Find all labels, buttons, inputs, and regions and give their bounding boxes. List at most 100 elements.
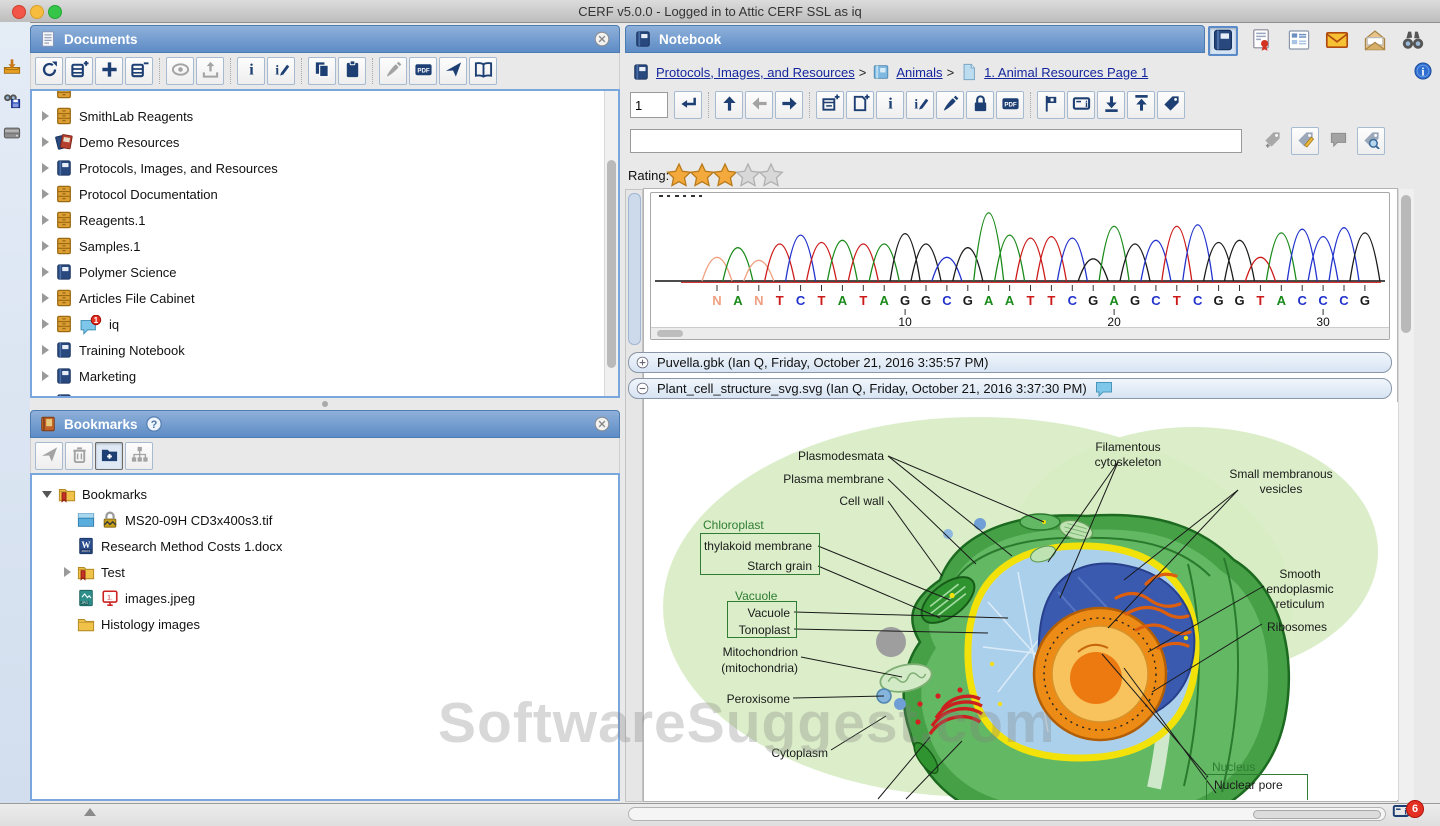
expand-arrow-icon[interactable] (42, 371, 49, 381)
collapse-expander-icon[interactable] (42, 491, 52, 498)
add-tag-button[interactable] (1258, 127, 1286, 155)
documents-tree-scrollbar-thumb[interactable] (607, 160, 616, 368)
edit-info-button[interactable]: i (906, 91, 934, 119)
entry-info-button[interactable]: i (1067, 91, 1095, 119)
tree-row[interactable]: MS20-09H CD3x400s3.tif (32, 507, 618, 533)
remove-cabinet-button[interactable] (125, 57, 153, 85)
mail-open-button[interactable] (1360, 26, 1390, 56)
tree-row[interactable]: JPG1.images.jpeg (32, 585, 618, 611)
expand-icon[interactable] (635, 355, 650, 370)
tree-row[interactable]: Reagents.1 (32, 207, 618, 233)
expand-arrow-icon[interactable] (64, 567, 71, 577)
notebook-scrollbar-thumb[interactable] (628, 193, 641, 345)
arrow-left-button[interactable] (745, 91, 773, 119)
tree-row[interactable]: SmithLab Reagents (32, 103, 618, 129)
paste-button[interactable] (338, 57, 366, 85)
expand-arrow-icon[interactable] (42, 137, 49, 147)
expand-arrow-icon[interactable] (42, 319, 49, 329)
info-button[interactable]: i (237, 57, 265, 85)
collapse-icon[interactable] (635, 381, 650, 396)
search-tag-button[interactable] (1357, 127, 1385, 155)
minimize-window-button[interactable] (30, 5, 44, 19)
book-button[interactable] (469, 57, 497, 85)
refresh-button[interactable] (35, 57, 63, 85)
notebook-view-button[interactable] (1208, 26, 1238, 56)
upload-button[interactable] (196, 57, 224, 85)
expand-arrow-icon[interactable] (42, 163, 49, 173)
tree-row[interactable]: Articles File Cabinet (32, 285, 618, 311)
tree-row[interactable]: Demo Resources (32, 129, 618, 155)
mail-button[interactable] (1322, 26, 1352, 56)
comment-blue-icon[interactable] (1094, 379, 1114, 399)
page-number-input[interactable] (630, 92, 668, 118)
pdf-button[interactable]: PDF (409, 57, 437, 85)
delete-button[interactable] (65, 442, 93, 470)
tree-row[interactable]: Protocol Documentation (32, 181, 618, 207)
sign-button[interactable] (936, 91, 964, 119)
attachment-bar[interactable]: Plant_cell_structure_svg.svg (Ian Q, Fri… (628, 378, 1392, 399)
add-cabinet-button[interactable] (65, 57, 93, 85)
return-button[interactable] (674, 91, 702, 119)
binoculars-button[interactable] (1398, 26, 1428, 56)
expand-arrow-icon[interactable] (42, 293, 49, 303)
tree-row[interactable]: Training Notebook (32, 337, 618, 363)
tree-row[interactable]: Bookmarks (32, 481, 618, 507)
rating-stars[interactable] (669, 162, 784, 188)
breadcrumb-link[interactable]: Animals (896, 65, 942, 80)
add-page-button[interactable] (846, 91, 874, 119)
arrow-up-button[interactable] (715, 91, 743, 119)
tree-row[interactable]: 1iq (32, 311, 618, 337)
send-button[interactable] (439, 57, 467, 85)
navigate-button[interactable] (35, 442, 63, 470)
expand-arrow-icon[interactable] (42, 111, 49, 121)
tree-row[interactable] (32, 89, 618, 103)
form-button[interactable] (1284, 26, 1314, 56)
copy-button[interactable] (308, 57, 336, 85)
tree-row[interactable]: Protocols, Images, and Resources (32, 155, 618, 181)
tree-row[interactable]: Marketing (32, 363, 618, 389)
tree-row[interactable]: Master Glossary (32, 389, 618, 398)
rating-star-icon[interactable] (758, 162, 784, 188)
notebook-scrollbar-thumb-right[interactable] (1401, 195, 1411, 333)
panel-resize-handle[interactable] (322, 401, 328, 407)
info-circle-icon[interactable]: i (1414, 62, 1436, 84)
help-icon[interactable]: ? (145, 415, 163, 433)
pdf-button[interactable]: PDF (996, 91, 1024, 119)
hierarchy-button[interactable] (125, 442, 153, 470)
expand-arrow-icon[interactable] (42, 215, 49, 225)
expand-arrow-icon[interactable] (42, 397, 49, 398)
notebook-horizontal-scrollbar-thumb[interactable] (1253, 810, 1381, 819)
import-tray-icon[interactable] (3, 58, 27, 82)
tree-row[interactable]: WDOCXResearch Method Costs 1.docx (32, 533, 618, 559)
expand-arrow-icon[interactable] (42, 241, 49, 251)
expand-arrow-icon[interactable] (42, 267, 49, 277)
flag-button[interactable] (1037, 91, 1065, 119)
info-button[interactable]: i (876, 91, 904, 119)
view-button[interactable] (166, 57, 194, 85)
close-panel-icon[interactable] (593, 415, 611, 433)
tree-row[interactable]: Histology images (32, 611, 618, 637)
scroll-top-button[interactable] (1127, 91, 1155, 119)
breadcrumb-link[interactable]: Protocols, Images, and Resources (656, 65, 855, 80)
breadcrumb-link[interactable]: 1. Animal Resources Page 1 (984, 65, 1148, 80)
edit-tag-button[interactable] (1291, 127, 1319, 155)
chromatogram-hscrollbar-thumb[interactable] (657, 330, 683, 337)
hard-drive-icon[interactable] (3, 124, 27, 148)
tree-row[interactable]: Samples.1 (32, 233, 618, 259)
scroll-bottom-button[interactable] (1097, 91, 1125, 119)
add-button[interactable] (95, 57, 123, 85)
search-saved-icon[interactable] (3, 91, 27, 115)
tree-row[interactable]: Polymer Science (32, 259, 618, 285)
sign-button[interactable] (379, 57, 407, 85)
tag-button[interactable] (1157, 91, 1185, 119)
edit-info-button[interactable]: i (267, 57, 295, 85)
tree-row[interactable]: Test (32, 559, 618, 585)
maximize-window-button[interactable] (48, 5, 62, 19)
close-window-button[interactable] (12, 5, 26, 19)
certificate-button[interactable] (1246, 26, 1276, 56)
tag-search-input[interactable] (630, 129, 1242, 153)
attachment-bar[interactable]: Puvella.gbk (Ian Q, Friday, October 21, … (628, 352, 1392, 373)
lock-button[interactable] (966, 91, 994, 119)
expand-arrow-icon[interactable] (42, 189, 49, 199)
add-entry-button[interactable] (816, 91, 844, 119)
